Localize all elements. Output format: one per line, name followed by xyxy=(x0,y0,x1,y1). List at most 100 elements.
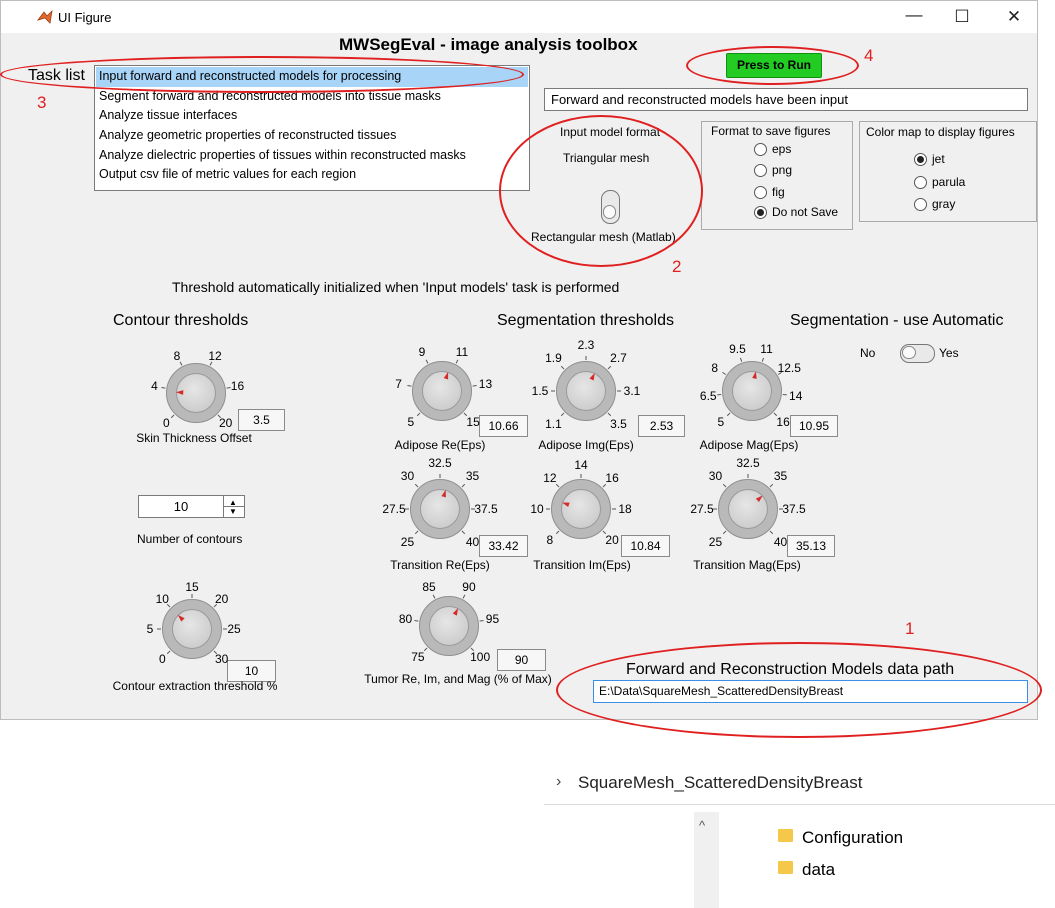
knob-tick-label: 40 xyxy=(773,534,788,549)
transition-mag-knob[interactable] xyxy=(718,479,778,539)
transition-im-value[interactable]: 10.84 xyxy=(621,535,670,557)
adipose-re-knob[interactable] xyxy=(412,361,472,421)
knob-tick-label: 16 xyxy=(776,415,790,430)
explorer-divider xyxy=(544,804,1055,805)
knob-tick-label: 11 xyxy=(455,344,469,359)
radio-gray[interactable] xyxy=(914,198,927,211)
knob-tick-label: 6.5 xyxy=(699,388,717,403)
knob-tick-label: 20 xyxy=(215,592,229,607)
radio-eps[interactable] xyxy=(754,143,767,156)
automatic-toggle[interactable] xyxy=(900,344,935,363)
spin-down-icon[interactable]: ▼ xyxy=(229,507,237,516)
transition-re-knob[interactable] xyxy=(410,479,470,539)
knob-tick-label: 85 xyxy=(422,579,436,594)
radio-do-not-save-label: Do not Save xyxy=(772,205,839,219)
knob-tick-label: 7 xyxy=(395,377,402,392)
radio-eps-label: eps xyxy=(772,142,792,156)
automatic-title: Segmentation - use Automatic xyxy=(790,312,1004,329)
explorer-scrollbar[interactable]: ^ xyxy=(694,812,719,908)
knob-tick-label: 12 xyxy=(543,470,557,485)
knob-tick-label: 15 xyxy=(466,415,480,430)
number-of-contours-label: Number of contours xyxy=(137,532,243,546)
folder-icon xyxy=(778,829,793,842)
automatic-no-label: No xyxy=(860,346,876,360)
minimize-button[interactable]: — xyxy=(899,5,929,25)
knob-tick-label: 25 xyxy=(708,534,723,549)
annotation-number-4: 4 xyxy=(864,46,874,65)
contour-thresholds-title: Contour thresholds xyxy=(113,312,249,329)
annotation-number-2: 2 xyxy=(672,257,682,276)
skin-thickness-knob[interactable] xyxy=(166,363,226,423)
extraction-label: Contour extraction threshold % xyxy=(112,679,278,693)
skin-thickness-value[interactable]: 3.5 xyxy=(238,409,285,431)
knob-tick-label: 5 xyxy=(146,622,154,636)
close-button[interactable]: ✕ xyxy=(999,7,1029,27)
tumor-knob[interactable] xyxy=(419,596,479,656)
knob-tick-label: 9.5 xyxy=(729,342,746,357)
folder-configuration[interactable]: Configuration xyxy=(802,828,903,848)
transition-im-knob[interactable] xyxy=(551,479,611,539)
knob-tick-label: 16 xyxy=(230,379,245,394)
knob-tick-label: 20 xyxy=(219,415,233,430)
adipose-img-knob[interactable] xyxy=(556,361,616,421)
radio-parula[interactable] xyxy=(914,176,927,189)
chevron-up-icon[interactable]: ^ xyxy=(699,818,705,833)
app-title: MWSegEval - image analysis toolbox xyxy=(339,35,638,54)
skin-thickness-label: Skin Thickness Offset xyxy=(136,431,252,445)
knob-tick-label: 5 xyxy=(717,415,725,430)
adipose-img-value[interactable]: 2.53 xyxy=(638,415,685,437)
segmentation-thresholds-title: Segmentation thresholds xyxy=(497,312,674,329)
number-of-contours-spinner[interactable]: 10 ▲ ▼ xyxy=(138,495,245,518)
annotation-ring-run xyxy=(686,46,859,85)
number-of-contours-value[interactable]: 10 xyxy=(139,499,223,514)
transition-im-label: Transition Im(Eps) xyxy=(533,558,631,572)
radio-do-not-save[interactable] xyxy=(754,206,767,219)
knob-tick-label: 12.5 xyxy=(777,360,801,375)
knob-tick-label: 30 xyxy=(215,651,229,666)
explorer-breadcrumb[interactable]: SquareMesh_ScatteredDensityBreast xyxy=(578,773,862,793)
chevron-right-icon[interactable]: › xyxy=(556,773,561,791)
radio-gray-label: gray xyxy=(932,197,956,211)
knob-tick-label: 75 xyxy=(411,650,425,665)
knob-tick-label: 32.5 xyxy=(736,456,760,470)
knob-tick-label: 25 xyxy=(227,622,241,636)
task-item[interactable]: Analyze geometric properties of reconstr… xyxy=(99,128,396,142)
knob-tick-label: 30 xyxy=(400,469,415,484)
tumor-value[interactable]: 90 xyxy=(497,649,546,671)
radio-png-label: png xyxy=(772,163,793,177)
annotation-number-3: 3 xyxy=(37,93,47,112)
knob-tick-label: 37.5 xyxy=(782,502,806,516)
knob-tick-label: 27.5 xyxy=(382,502,406,516)
task-item[interactable]: Analyze dielectric properties of tissues… xyxy=(99,148,466,162)
knob-tick-label: 4 xyxy=(151,379,158,394)
knob-tick-label: 40 xyxy=(465,534,480,549)
knob-tick-label: 1.5 xyxy=(531,384,549,398)
extraction-knob[interactable] xyxy=(162,599,222,659)
knob-tick-label: 12 xyxy=(208,348,222,363)
knob-tick-label: 16 xyxy=(605,470,619,485)
knob-tick-label: 3.1 xyxy=(623,384,641,398)
knob-tick-label: 35 xyxy=(773,469,788,484)
colormap-title: Color map to display figures xyxy=(866,125,1015,139)
knob-tick-label: 14 xyxy=(789,388,803,403)
knob-tick-label: 0 xyxy=(158,651,166,666)
tumor-label: Tumor Re, Im, and Mag (% of Max) xyxy=(364,672,552,686)
knob-tick-label: 100 xyxy=(470,650,491,665)
knob-tick-label: 27.5 xyxy=(690,502,714,516)
knob-tick-label: 14 xyxy=(574,458,588,472)
maximize-button[interactable]: ☐ xyxy=(947,7,977,27)
knob-tick-label: 90 xyxy=(462,579,476,594)
knob-tick-label: 8 xyxy=(711,360,719,375)
radio-fig[interactable] xyxy=(754,186,767,199)
task-item[interactable]: Analyze tissue interfaces xyxy=(99,108,237,122)
folder-data[interactable]: data xyxy=(802,860,835,880)
radio-jet[interactable] xyxy=(914,153,927,166)
window-title: UI Figure xyxy=(58,10,112,25)
save-format-title: Format to save figures xyxy=(711,124,831,138)
adipose-img-label: Adipose Img(Eps) xyxy=(538,438,634,452)
knob-tick-label: 95 xyxy=(485,612,500,627)
adipose-mag-knob[interactable] xyxy=(722,361,782,421)
annotation-number-1: 1 xyxy=(905,619,915,638)
task-item[interactable]: Output csv file of metric values for eac… xyxy=(99,167,356,181)
radio-png[interactable] xyxy=(754,164,767,177)
